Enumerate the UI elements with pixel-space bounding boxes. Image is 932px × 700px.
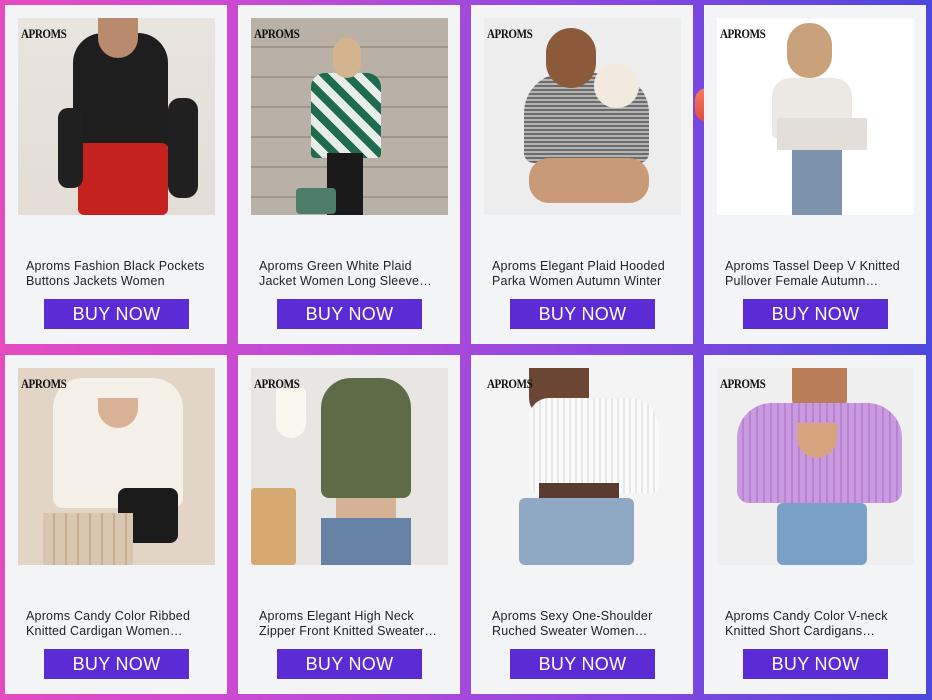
buy-now-button[interactable]: BUY NOW: [44, 299, 189, 329]
product-image[interactable]: APROMS: [18, 368, 215, 565]
brand-logo: APROMS: [487, 26, 533, 41]
brand-logo: APROMS: [21, 376, 67, 391]
product-title[interactable]: Aproms Green White Plaid Jacket Women Lo…: [259, 259, 439, 289]
brand-logo: APROMS: [254, 376, 300, 391]
product-card[interactable]: APROMS Aproms Green White Plaid Jacket W…: [238, 5, 460, 344]
product-card[interactable]: APROMS Aproms Fashion Black Pockets Butt…: [5, 5, 227, 344]
buy-now-button[interactable]: BUY NOW: [510, 299, 655, 329]
product-card[interactable]: APROMS Aproms Candy Color Ribbed Knitted…: [5, 355, 227, 694]
product-image[interactable]: APROMS: [717, 368, 914, 565]
product-card[interactable]: APROMS Aproms Tassel Deep V Knitted Pull…: [704, 5, 926, 344]
product-grid: APROMS Aproms Fashion Black Pockets Butt…: [0, 0, 932, 700]
brand-logo: APROMS: [21, 26, 67, 41]
product-image[interactable]: APROMS: [251, 18, 448, 215]
buy-now-button[interactable]: BUY NOW: [44, 649, 189, 679]
product-title[interactable]: Aproms Candy Color Ribbed Knitted Cardig…: [26, 609, 206, 639]
product-title[interactable]: Aproms Elegant High Neck Zipper Front Kn…: [259, 609, 439, 639]
brand-logo: APROMS: [487, 376, 533, 391]
buy-now-button[interactable]: BUY NOW: [277, 299, 422, 329]
product-card[interactable]: APROMS Aproms Elegant High Neck Zipper F…: [238, 355, 460, 694]
product-title[interactable]: Aproms Elegant Plaid Hooded Parka Women …: [492, 259, 672, 289]
product-title[interactable]: Aproms Fashion Black Pockets Buttons Jac…: [26, 259, 206, 289]
product-image[interactable]: APROMS: [717, 18, 914, 215]
product-title[interactable]: Aproms Sexy One-Shoulder Ruched Sweater …: [492, 609, 672, 639]
product-title[interactable]: Aproms Tassel Deep V Knitted Pullover Fe…: [725, 259, 905, 289]
buy-now-button[interactable]: BUY NOW: [743, 299, 888, 329]
product-title[interactable]: Aproms Candy Color V-neck Knitted Short …: [725, 609, 905, 639]
product-card[interactable]: APROMS Aproms Elegant Plaid Hooded Parka…: [471, 5, 693, 344]
product-image[interactable]: APROMS: [484, 368, 681, 565]
buy-now-button[interactable]: BUY NOW: [510, 649, 655, 679]
product-image[interactable]: APROMS: [251, 368, 448, 565]
product-image[interactable]: APROMS: [484, 18, 681, 215]
buy-now-button[interactable]: BUY NOW: [743, 649, 888, 679]
product-image[interactable]: APROMS: [18, 18, 215, 215]
product-card[interactable]: APROMS Aproms Candy Color V-neck Knitted…: [704, 355, 926, 694]
product-card[interactable]: APROMS Aproms Sexy One-Shoulder Ruched S…: [471, 355, 693, 694]
buy-now-button[interactable]: BUY NOW: [277, 649, 422, 679]
brand-logo: APROMS: [720, 26, 766, 41]
brand-logo: APROMS: [720, 376, 766, 391]
brand-logo: APROMS: [254, 26, 300, 41]
